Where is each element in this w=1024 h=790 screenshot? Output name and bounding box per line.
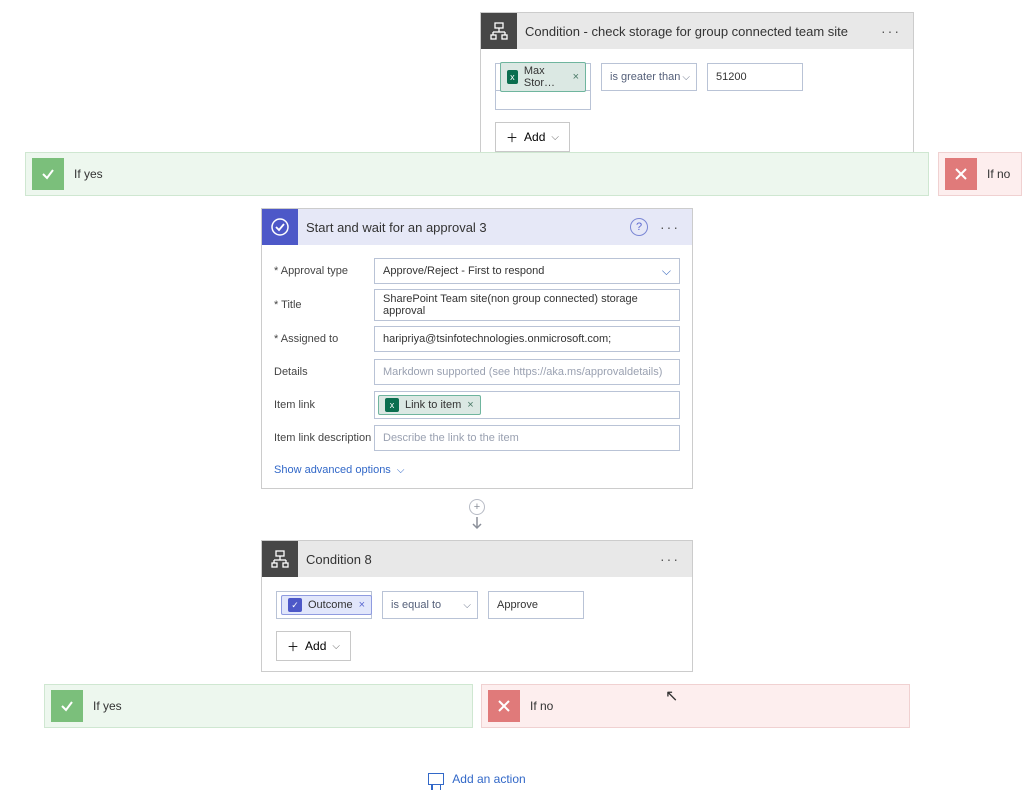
value-text: Approve [497, 599, 538, 611]
chevron-down-icon: ⌵ [463, 600, 471, 611]
approval-header[interactable]: Start and wait for an approval 3 ? ··· [262, 209, 692, 245]
item-link-desc-placeholder: Describe the link to the item [383, 432, 519, 444]
title-label: * Title [274, 299, 374, 311]
item-link-input[interactable]: x Link to item × [374, 391, 680, 419]
if-yes-label: If yes [93, 699, 122, 713]
condition8-menu-button[interactable]: ··· [652, 551, 688, 567]
condition-card-8: Condition 8 ··· ✓ Outcome × is equal to … [261, 540, 693, 672]
condition-body: x Max Stor… × is greater than ⌵ 51200 ＋ … [481, 49, 913, 162]
chevron-down-icon: ⌵ [551, 132, 559, 143]
token-label: Link to item [405, 399, 461, 411]
sharepoint-icon: x [507, 70, 518, 84]
if-yes-branch-top[interactable]: If yes [25, 152, 929, 196]
approval-menu-button[interactable]: ··· [652, 219, 688, 235]
title-input[interactable]: SharePoint Team site(non group connected… [374, 289, 680, 321]
if-yes-branch-lower[interactable]: If yes [44, 684, 473, 728]
show-advanced-options-link[interactable]: Show advanced options ⌵ [274, 464, 404, 476]
chevron-down-icon: ⌵ [332, 641, 340, 652]
add-action-area: Add an action [26, 728, 928, 788]
flow-icon [428, 773, 444, 785]
add-label: Add [305, 639, 326, 653]
condition-icon [481, 13, 517, 49]
condition-title: Condition - check storage for group conn… [517, 24, 873, 39]
check-icon [32, 158, 64, 190]
item-link-label: Item link [274, 399, 374, 411]
if-no-branch-lower[interactable]: If no [481, 684, 910, 728]
condition-left-operand-extra[interactable] [495, 90, 591, 110]
add-label: Add [524, 130, 545, 144]
chevron-down-icon: ⌵ [682, 72, 690, 83]
token-label: Max Stor… [524, 65, 567, 89]
assigned-to-input[interactable]: haripriya@tsinfotechnologies.onmicrosoft… [374, 326, 680, 352]
condition-card-top: Condition - check storage for group conn… [480, 12, 914, 163]
add-action-label: Add an action [452, 772, 525, 786]
if-no-branch-top[interactable]: If no [938, 152, 1022, 196]
check-icon [51, 690, 83, 722]
token-remove-icon[interactable]: × [359, 599, 365, 611]
assigned-to-value: haripriya@tsinfotechnologies.onmicrosoft… [383, 333, 611, 345]
approval-type-label: * Approval type [274, 265, 374, 277]
condition8-body: ✓ Outcome × is equal to ⌵ Approve ＋ [262, 577, 692, 671]
operator-label: is equal to [391, 599, 441, 611]
close-icon [488, 690, 520, 722]
approval-card: Start and wait for an approval 3 ? ··· *… [261, 208, 693, 489]
if-no-label: If no [987, 167, 1010, 181]
condition8-header[interactable]: Condition 8 ··· [262, 541, 692, 577]
close-icon [945, 158, 977, 190]
condition-header[interactable]: Condition - check storage for group conn… [481, 13, 913, 49]
approval-type-select[interactable]: Approve/Reject - First to respond ⌵ [374, 258, 680, 284]
dynamic-token-outcome[interactable]: ✓ Outcome × [281, 595, 372, 615]
approvals-icon: ✓ [288, 598, 302, 612]
if-yes-label: If yes [74, 167, 103, 181]
if-no-label: If no [530, 699, 553, 713]
condition-operator-select[interactable]: is greater than ⌵ [601, 63, 697, 91]
value-text: 51200 [716, 71, 747, 83]
help-icon[interactable]: ? [630, 218, 648, 236]
dynamic-token-link-to-item[interactable]: x Link to item × [378, 395, 481, 415]
approval-type-value: Approve/Reject - First to respond [383, 265, 544, 277]
chevron-down-icon: ⌵ [662, 264, 671, 279]
condition-left-operand[interactable]: x Max Stor… × [495, 63, 591, 91]
chevron-down-icon: ⌵ [397, 465, 405, 476]
details-label: Details [274, 366, 374, 378]
details-input[interactable]: Markdown supported (see https://aka.ms/a… [374, 359, 680, 385]
item-link-desc-input[interactable]: Describe the link to the item [374, 425, 680, 451]
insert-step-button[interactable]: + [469, 499, 485, 515]
approval-title: Start and wait for an approval 3 [298, 220, 630, 235]
condition8-title: Condition 8 [298, 552, 652, 567]
advanced-label: Show advanced options [274, 464, 391, 476]
approval-icon [262, 209, 298, 245]
operator-label: is greater than [610, 71, 680, 83]
assigned-to-label: * Assigned to [274, 333, 374, 345]
condition-value-input[interactable]: 51200 [707, 63, 803, 91]
dynamic-token-max-storage[interactable]: x Max Stor… × [500, 62, 586, 92]
condition8-left-operand[interactable]: ✓ Outcome × [276, 591, 372, 619]
token-remove-icon[interactable]: × [573, 71, 579, 83]
details-placeholder: Markdown supported (see https://aka.ms/a… [383, 366, 662, 378]
flow-arrow: + [26, 489, 928, 540]
add-condition-button[interactable]: ＋ Add ⌵ [495, 122, 570, 152]
plus-icon: ＋ [287, 638, 299, 655]
title-value: SharePoint Team site(non group connected… [383, 293, 671, 317]
condition-icon [262, 541, 298, 577]
condition8-operator-select[interactable]: is equal to ⌵ [382, 591, 478, 619]
item-link-desc-label: Item link description [274, 432, 374, 444]
token-remove-icon[interactable]: × [467, 399, 473, 411]
add-action-link[interactable]: Add an action [428, 772, 525, 786]
token-label: Outcome [308, 599, 353, 611]
condition8-value-input[interactable]: Approve [488, 591, 584, 619]
approval-body: * Approval type Approve/Reject - First t… [262, 245, 692, 488]
add-condition8-button[interactable]: ＋ Add ⌵ [276, 631, 351, 661]
sharepoint-icon: x [385, 398, 399, 412]
plus-icon: ＋ [506, 129, 518, 146]
condition-menu-button[interactable]: ··· [873, 23, 909, 39]
